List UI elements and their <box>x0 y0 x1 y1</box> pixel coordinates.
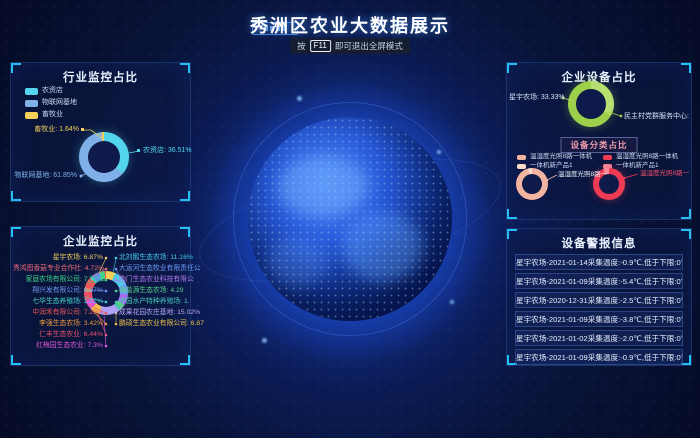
glow-particle <box>437 150 441 154</box>
classification-subtitle: 设备分类占比 <box>560 137 637 153</box>
legend-swatch <box>25 112 38 119</box>
device-donut-chart[interactable] <box>568 81 614 127</box>
enterprise-label: 大运河生态牧业有限责任公 <box>119 265 201 273</box>
globe-orbit-ring <box>233 102 467 336</box>
legend-swatch <box>517 155 526 160</box>
alarm-row: 星宇农场-2021-01-02采集温度:-2.0℃,低于下限:0℃ <box>515 330 683 346</box>
enterprise-label: 海盐源生态农场: 4.29 <box>119 287 184 295</box>
enterprise-label: 李强生态农场: 3.42% <box>13 320 103 328</box>
legend-item[interactable]: 温湿度光照8路一体机 <box>603 153 678 161</box>
device-label-right: 民主村党群服务中心: <box>624 113 689 121</box>
legend-label: 物联网基地 <box>42 99 77 107</box>
classification-callout-left: 温湿度光照8路一 <box>558 171 607 179</box>
enterprise-label: 星宇农场: 6.87% <box>13 254 103 262</box>
f11-key-badge: F11 <box>310 40 331 52</box>
globe-orbit-ellipse <box>188 134 513 306</box>
enterprise-label: 中润禾有限公司: 7.29% <box>13 309 103 317</box>
panel-title: 设备警报信息 <box>507 235 691 251</box>
enterprise-label: 北刘鹅生态农场: 11.16% <box>119 254 193 262</box>
legend-item[interactable]: 畜牧业 <box>25 111 63 119</box>
legend-label: 温湿度光照8路一体机 <box>530 153 592 161</box>
globe-landmass <box>343 212 423 282</box>
page-title: 秀洲区农业大数据展示 <box>0 12 700 38</box>
glow-particle <box>297 96 302 101</box>
enterprise-label: 陶门生态农业科技有限公 <box>119 276 194 284</box>
callout-livestock: 畜牧业: 1.64% <box>15 126 79 134</box>
panel-device-ratio: 企业设备占比 星宇农场: 33.33% 民主村党群服务中心: 设备分类占比 温湿… <box>506 62 692 220</box>
alarm-row: 星宇农场-2021-01-09采集温度:-3.8℃,低于下限:0℃ <box>515 311 683 327</box>
legend-item[interactable]: 农资店 <box>25 87 63 95</box>
enterprise-label: 丰园水产特种养殖场: 1. <box>119 298 190 306</box>
globe-dot-texture <box>248 117 452 321</box>
enterprise-label: 家庭农场有限公司: 7.72% <box>13 276 103 284</box>
alarm-row: 星宇农场-2021-01-14采集温度:-0.9℃,低于下限:0℃ <box>515 254 683 270</box>
globe[interactable] <box>248 117 452 321</box>
enterprise-label: 鹏硕生态农业有限公司: 6.87 <box>119 320 204 328</box>
legend-item[interactable]: 物联网基地 <box>25 99 77 107</box>
dashboard: 秀洲区农业大数据展示 按 F11 即可退出全屏模式 行业监控占比 农资店 物联网… <box>0 0 700 438</box>
enterprise-label: 成果花园农庄基地: 15.02% <box>119 309 200 317</box>
enterprise-label: 七华生态养殖场: 1.72% <box>13 298 103 306</box>
legend-swatch <box>25 88 38 95</box>
callout-iot: 物联网基地: 61.85% <box>13 172 77 180</box>
legend-label: 畜牧业 <box>42 111 63 119</box>
legend-swatch <box>603 155 612 160</box>
panel-enterprise-monitoring: 企业监控占比 星宇农场: 6.87% 秀鸿图香菇专业合作社: 4.72% 家庭农… <box>10 226 191 366</box>
classification-callout-right: 温湿度光照8路一 <box>640 170 689 178</box>
alarm-row: 星宇农场-2020-12-31采集温度:-2.5℃,低于下限:0℃ <box>515 292 683 308</box>
globe-landmass <box>278 157 368 217</box>
enterprise-label: 秀鸿图香菇专业合作社: 4.72% <box>13 265 103 273</box>
panel-industry-monitoring: 行业监控占比 农资店 物联网基地 畜牧业 畜牧业: 1.64% 农资店: 36.… <box>10 62 191 202</box>
globe-landmass <box>268 237 328 287</box>
legend-label: 一体机新产品1 <box>616 162 659 170</box>
alarm-row: 星宇农场-2021-01-09采集温度:-5.4℃,低于下限:0℃ <box>515 273 683 289</box>
alarm-row: 星宇农场-2021-01-09采集温度:-0.9℃,低于下限:0℃ <box>515 349 683 365</box>
glow-particle <box>450 300 454 304</box>
panel-device-alarms: 设备警报信息 星宇农场-2021-01-14采集温度:-0.9℃,低于下限:0℃… <box>506 228 692 366</box>
globe-glow <box>210 82 490 362</box>
glow-particle <box>262 338 267 343</box>
legend-label: 温湿度光照8路一体机 <box>616 153 678 161</box>
hint-prefix: 按 <box>297 40 306 52</box>
fullscreen-hint: 按 F11 即可退出全屏模式 <box>290 38 410 54</box>
legend-item[interactable]: 温湿度光照8路一体机 <box>517 153 592 161</box>
callout-store: 农资店: 36.51% <box>143 147 192 155</box>
industry-donut-chart[interactable] <box>79 132 129 182</box>
legend-label: 农资店 <box>42 87 63 95</box>
enterprise-label: 翔兴发有限公司: 6.87% <box>13 287 103 295</box>
panel-title: 企业监控占比 <box>11 233 190 249</box>
enterprise-label: 仁丰生态农业: 6.44% <box>13 331 103 339</box>
device-label-left: 星宇农场: 33.33% <box>509 94 561 102</box>
hint-suffix: 即可退出全屏模式 <box>335 40 403 52</box>
panel-title: 行业监控占比 <box>11 69 190 85</box>
classification-donut-left[interactable] <box>516 168 548 200</box>
enterprise-label: 红梅园生态农业: 7.3% <box>13 342 103 350</box>
legend-swatch <box>517 164 526 169</box>
legend-swatch <box>25 100 38 107</box>
